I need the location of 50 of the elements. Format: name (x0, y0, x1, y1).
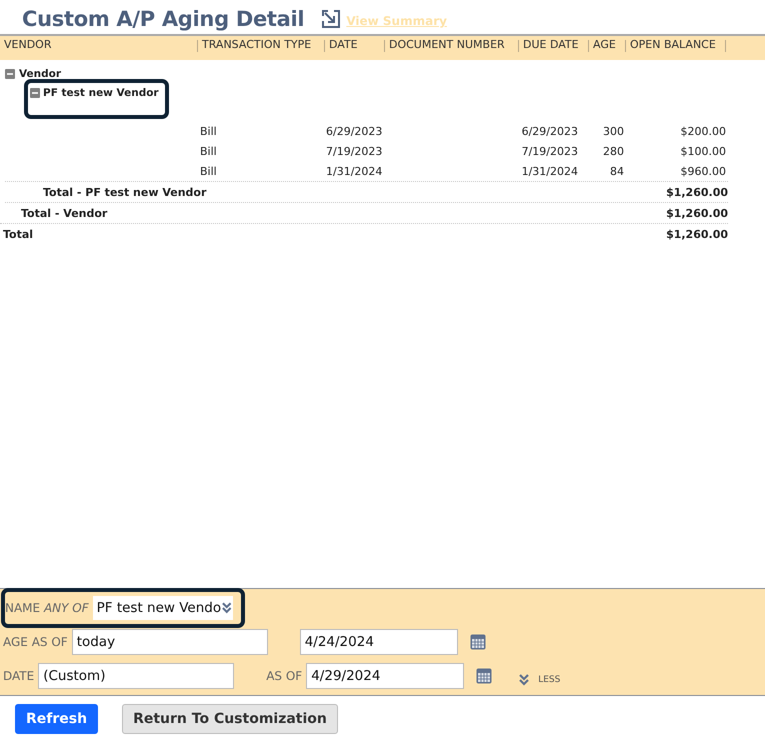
field-label: AGE AS OF (3, 635, 68, 649)
group-label: Vendor (19, 68, 62, 80)
less-toggle[interactable]: LESS (518, 674, 560, 686)
table-cell-text: 6/29/2023 (325, 124, 384, 138)
external-link-icon[interactable] (322, 10, 340, 28)
column-header[interactable]: AGE (589, 40, 626, 52)
table-cell-text: $200.00 (680, 124, 726, 138)
table-cell-text: 280 (602, 144, 624, 158)
table-cell-text: Bill (199, 124, 218, 138)
table-cell-text: Bill (199, 144, 218, 158)
date-range-field[interactable]: (Custom) (38, 663, 234, 689)
date-field[interactable]: 4/29/2024 (306, 663, 464, 689)
table-cell-text: 300 (602, 124, 624, 138)
table-cell-text: 7/19/2023 (325, 144, 384, 158)
total-label: Total (2, 228, 34, 240)
field-label: DATE (3, 669, 34, 683)
field-label: AS OF (266, 669, 302, 683)
column-header[interactable]: DUE DATE (519, 40, 589, 52)
table-cell-text: $960.00 (680, 164, 726, 178)
double-chevron-icon (518, 674, 530, 686)
total-label: Total - PF test new Vendor (42, 186, 206, 198)
total-value: $1,260.00 (666, 186, 728, 198)
table-cell-text: 1/31/2024 (520, 164, 578, 178)
total-value: $1,260.00 (666, 206, 728, 220)
column-header[interactable]: TRANSACTION TYPE (198, 40, 325, 52)
page-title: Custom A/P Aging Detail (22, 7, 304, 31)
total-value: $1,260.00 (666, 228, 728, 240)
table-cell-text: 6/29/2023 (520, 124, 578, 138)
group-label: PF test new Vendor (43, 87, 159, 99)
collapse-icon[interactable] (5, 68, 15, 78)
double-chevron-icon (221, 602, 233, 614)
field-label: NAME ANY OF (5, 601, 89, 615)
date-field[interactable]: 4/24/2024 (300, 629, 458, 655)
calendar-icon[interactable] (476, 668, 492, 684)
vendor-select[interactable]: PF test new Vendo (92, 596, 233, 620)
table-cell-text: Bill (199, 164, 218, 178)
column-header[interactable]: DATE (325, 40, 385, 52)
table-cell-text: 84 (609, 164, 624, 178)
table-cell-text: 1/31/2024 (325, 164, 384, 178)
column-header[interactable]: VENDOR (0, 40, 198, 52)
collapse-icon[interactable] (30, 88, 40, 98)
customization-button[interactable]: Return To Customization (122, 704, 338, 734)
total-label: Total - Vendor (20, 206, 108, 220)
table-cell-text: 7/19/2023 (520, 144, 578, 158)
calendar-icon[interactable] (470, 634, 486, 650)
column-header[interactable]: OPEN BALANCE (626, 40, 726, 52)
age-as-of-field[interactable]: today (72, 629, 268, 655)
table-cell-text: $100.00 (680, 144, 726, 158)
refresh-button[interactable]: Refresh (15, 704, 98, 734)
column-header[interactable]: DOCUMENT NUMBER (385, 40, 519, 52)
